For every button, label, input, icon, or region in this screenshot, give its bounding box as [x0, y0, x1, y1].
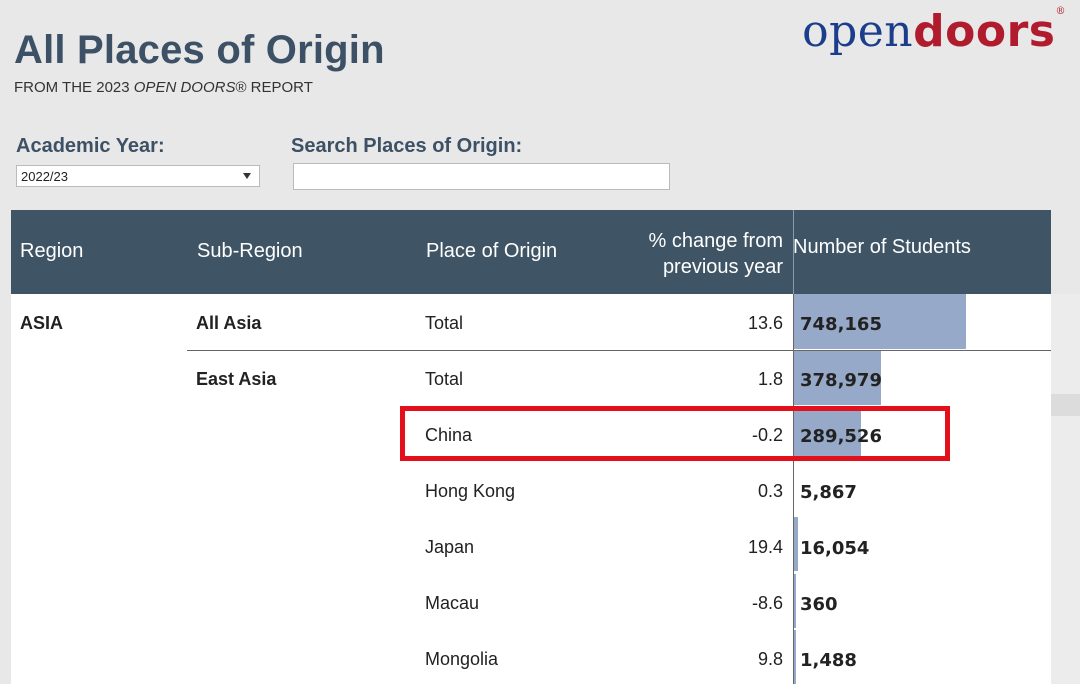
scrollbar-thumb[interactable]	[1051, 394, 1080, 416]
place-cell[interactable]: Macau	[425, 593, 479, 614]
subtitle-italic: OPEN DOORS	[133, 79, 236, 96]
academic-year-select[interactable]: 2022/23	[16, 165, 260, 187]
subtitle-suffix: ® REPORT	[235, 79, 313, 96]
column-header-place[interactable]: Place of Origin	[426, 240, 557, 263]
page-subtitle: FROM THE 2023 OPEN DOORS® REPORT	[14, 79, 313, 96]
search-places-label: Search Places of Origin:	[291, 135, 523, 157]
column-header-change-line2: previous year	[662, 256, 783, 278]
students-cell: 5,867	[800, 482, 857, 503]
change-cell: 13.6	[747, 313, 783, 333]
row-divider	[187, 350, 1051, 351]
student-bar[interactable]	[794, 630, 796, 684]
place-cell[interactable]: Hong Kong	[425, 481, 515, 502]
scrollbar-track[interactable]	[1051, 294, 1080, 684]
highlight-box	[400, 406, 950, 461]
page-title: All Places of Origin	[14, 28, 385, 72]
student-bar[interactable]	[794, 517, 798, 571]
logo-open-text: open	[802, 6, 914, 57]
academic-year-label: Academic Year:	[16, 135, 165, 157]
subregion-cell[interactable]: East Asia	[196, 369, 276, 390]
column-header-change[interactable]: % change from previous year	[583, 228, 783, 280]
change-cell: -8.6	[751, 593, 783, 613]
column-header-region[interactable]: Region	[20, 240, 83, 263]
dropdown-arrow-icon	[243, 173, 251, 179]
opendoors-logo: opendoors®	[802, 6, 1066, 57]
change-cell: 9.8	[757, 649, 783, 669]
change-cell: 1.8	[757, 369, 783, 389]
place-cell[interactable]: Total	[425, 313, 463, 334]
subtitle-prefix: FROM THE 2023	[14, 79, 134, 96]
column-header-students[interactable]: Number of Students	[793, 236, 971, 259]
region-cell[interactable]: ASIA	[20, 313, 63, 334]
table-header: Region Sub-Region Place of Origin % chan…	[11, 210, 1051, 294]
change-cell: 19.4	[747, 537, 783, 557]
place-cell[interactable]: Japan	[425, 537, 474, 558]
place-cell[interactable]: Total	[425, 369, 463, 390]
change-cell: 0.3	[757, 481, 783, 501]
column-header-subregion[interactable]: Sub-Region	[197, 240, 303, 263]
student-bar[interactable]	[794, 574, 796, 628]
subregion-cell[interactable]: All Asia	[196, 313, 261, 334]
place-cell[interactable]: Mongolia	[425, 649, 498, 670]
academic-year-value: 2022/23	[21, 169, 68, 184]
students-cell: 378,979	[800, 370, 882, 391]
logo-doors-text: doors	[913, 6, 1056, 57]
search-places-input[interactable]	[293, 163, 670, 190]
students-cell: 360	[800, 594, 838, 615]
students-cell: 748,165	[800, 314, 882, 335]
students-cell: 16,054	[800, 538, 870, 559]
students-cell: 1,488	[800, 650, 857, 671]
column-header-change-line1: % change from	[648, 230, 783, 252]
logo-registered-mark: ®	[1055, 6, 1066, 17]
table-body: ASIA All Asia Total 13.6 748,165 East As…	[11, 294, 1051, 684]
